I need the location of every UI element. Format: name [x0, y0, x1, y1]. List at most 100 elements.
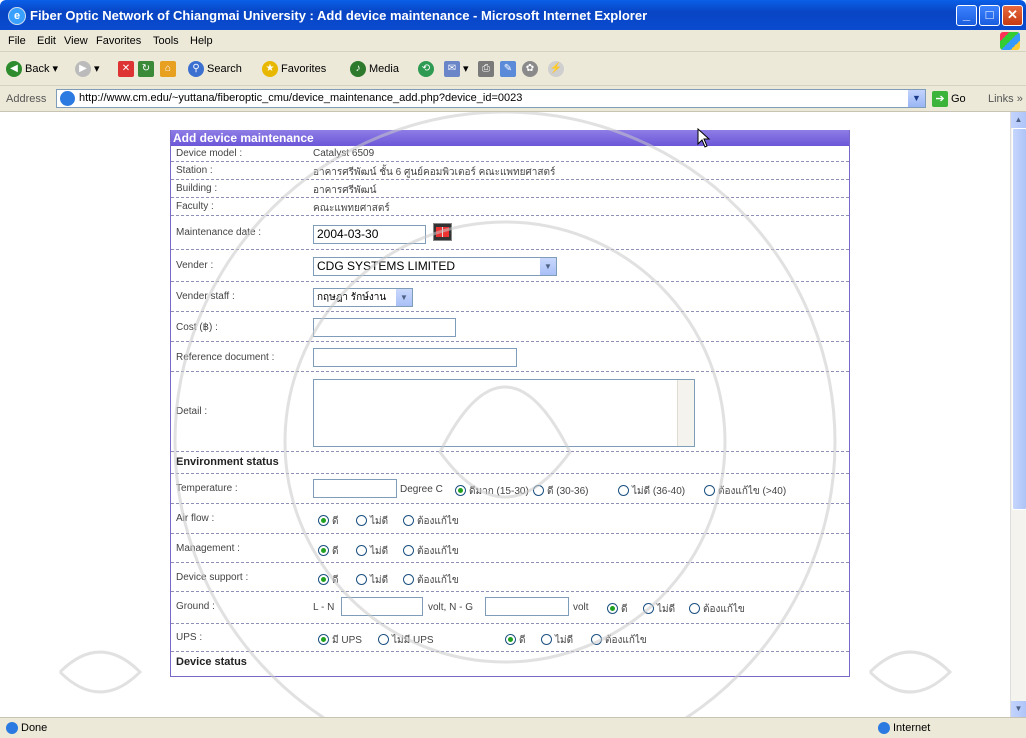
management-fix[interactable]: ต้องแก้ไข	[403, 544, 459, 559]
messenger-button[interactable]: ✿	[522, 61, 541, 77]
vender-select[interactable]: CDG SYSTEMS LIMITED ▼	[313, 257, 557, 276]
temp-option-bad[interactable]: ไม่ดี (36-40)	[618, 484, 685, 499]
row-device-section: Device status	[171, 652, 849, 676]
row-vender: Vender : CDG SYSTEMS LIMITED ▼	[171, 250, 849, 282]
ground-fix[interactable]: ต้องแก้ไข	[689, 602, 745, 617]
row-reference: Reference document :	[171, 342, 849, 372]
status-done-label: Done	[21, 722, 48, 734]
temperature-input[interactable]	[313, 479, 397, 498]
device-model-label: Device model :	[176, 148, 243, 159]
temp-option-excellent[interactable]: ดีมาก (15-30)	[455, 484, 529, 499]
ups-bad[interactable]: ไม่ดี	[541, 633, 573, 648]
temp-option-label: ดีมาก (15-30)	[469, 486, 529, 497]
option-label: ดี	[519, 635, 526, 646]
ups-present[interactable]: มี UPS	[318, 633, 362, 648]
vender-selected: CDG SYSTEMS LIMITED	[317, 259, 456, 273]
row-detail: Detail :	[171, 372, 849, 452]
radio-selected-icon	[505, 634, 516, 645]
page-vertical-scrollbar[interactable]: ▲ ▼	[1010, 112, 1026, 717]
radio-icon	[689, 603, 700, 614]
links-button[interactable]: Links »	[988, 93, 1023, 105]
management-good[interactable]: ดี	[318, 544, 339, 559]
ground-ng-input[interactable]	[485, 597, 569, 616]
radio-icon	[618, 485, 629, 496]
refresh-button[interactable]: ↻	[138, 61, 157, 77]
search-button[interactable]: ⚲ Search	[188, 61, 242, 77]
row-faculty: Faculty : คณะแพทยศาสตร์	[171, 198, 849, 216]
address-dropdown-icon[interactable]: ▼	[908, 90, 925, 107]
option-label: ต้องแก้ไข	[417, 575, 459, 586]
detail-textarea[interactable]	[313, 379, 695, 447]
ups-absent[interactable]: ไม่มี UPS	[378, 633, 434, 648]
media-button[interactable]: ♪ Media	[350, 61, 399, 77]
scroll-thumb[interactable]	[1012, 128, 1026, 510]
detail-label: Detail :	[176, 406, 208, 417]
menu-favorites[interactable]: Favorites	[96, 35, 141, 47]
stop-button[interactable]: ✕	[118, 61, 137, 77]
back-arrow-icon: ◀	[6, 61, 22, 77]
management-bad[interactable]: ไม่ดี	[356, 544, 388, 559]
menu-tools[interactable]: Tools	[153, 35, 179, 47]
history-button[interactable]: ⟲	[418, 61, 437, 77]
tools-extra-button[interactable]: ⚡	[548, 61, 567, 77]
back-button[interactable]: ◀ Back ▾	[6, 61, 58, 77]
media-label: Media	[369, 62, 399, 75]
ground-good[interactable]: ดี	[607, 602, 628, 617]
temp-option-label: ไม่ดี (36-40)	[632, 486, 686, 497]
reference-label: Reference document :	[176, 352, 275, 363]
ups-good[interactable]: ดี	[505, 633, 526, 648]
radio-icon	[591, 634, 602, 645]
menu-help[interactable]: Help	[190, 35, 213, 47]
device-section-heading: Device status	[176, 656, 247, 668]
ground-ln-input[interactable]	[341, 597, 423, 616]
row-env-section: Environment status	[171, 452, 849, 474]
forward-button[interactable]: ▶ ▾	[75, 61, 100, 77]
maintenance-date-input[interactable]: 2004-03-30	[313, 225, 426, 244]
temp-option-good[interactable]: ดี (30-36)	[533, 484, 589, 499]
reference-input[interactable]	[313, 348, 517, 367]
menu-file[interactable]: File	[8, 35, 26, 47]
search-icon: ⚲	[188, 61, 204, 77]
go-button[interactable]: ➔ Go	[932, 91, 966, 107]
device-support-bad[interactable]: ไม่ดี	[356, 573, 388, 588]
page-done-icon	[6, 722, 18, 735]
temp-option-label: ต้องแก้ไข (>40)	[718, 486, 787, 497]
scroll-down-arrow-icon[interactable]: ▼	[1011, 701, 1026, 717]
edit-button[interactable]: ✎	[500, 61, 519, 77]
radio-selected-icon	[318, 634, 329, 645]
detail-scrollbar[interactable]	[677, 380, 694, 446]
temp-option-fix[interactable]: ต้องแก้ไข (>40)	[704, 484, 786, 499]
menu-view[interactable]: View	[64, 35, 88, 47]
device-support-fix[interactable]: ต้องแก้ไข	[403, 573, 459, 588]
ups-fix[interactable]: ต้องแก้ไข	[591, 633, 647, 648]
radio-icon	[704, 485, 715, 496]
radio-icon	[356, 515, 367, 526]
maximize-button[interactable]: □	[979, 5, 1000, 26]
device-model-value: Catalyst 6509	[313, 148, 375, 159]
air-flow-good[interactable]: ดี	[318, 514, 339, 529]
back-label: Back	[25, 62, 50, 75]
home-button[interactable]: ⌂	[160, 61, 179, 77]
menu-edit[interactable]: Edit	[37, 35, 56, 47]
air-flow-fix[interactable]: ต้องแก้ไข	[403, 514, 459, 529]
device-support-good[interactable]: ดี	[318, 573, 339, 588]
mail-button[interactable]: ✉ ▾	[444, 61, 469, 77]
minimize-button[interactable]: _	[956, 5, 977, 26]
maintenance-date-label: Maintenance date :	[176, 227, 262, 238]
scroll-up-arrow-icon[interactable]: ▲	[1011, 112, 1026, 128]
option-label: มี UPS	[332, 635, 362, 646]
favorites-button[interactable]: ★ Favorites	[262, 61, 326, 77]
cost-input[interactable]	[313, 318, 456, 337]
ground-bad[interactable]: ไม่ดี	[643, 602, 675, 617]
vender-staff-select[interactable]: กฤษฎา รักษ์งาน ▼	[313, 288, 413, 307]
row-management: Management : ดี ไม่ดี ต้องแก้ไข	[171, 534, 849, 563]
calendar-icon[interactable]	[433, 223, 452, 241]
address-input[interactable]: http://www.cm.edu/~yuttana/fiberoptic_cm…	[56, 89, 926, 108]
option-label: ต้องแก้ไข	[417, 516, 459, 527]
air-flow-bad[interactable]: ไม่ดี	[356, 514, 388, 529]
print-button[interactable]: ⎙	[478, 61, 497, 77]
close-button[interactable]: ✕	[1002, 5, 1023, 26]
media-icon: ♪	[350, 61, 366, 77]
ground-ln-label: L - N	[313, 602, 335, 613]
radio-selected-icon	[318, 574, 329, 585]
